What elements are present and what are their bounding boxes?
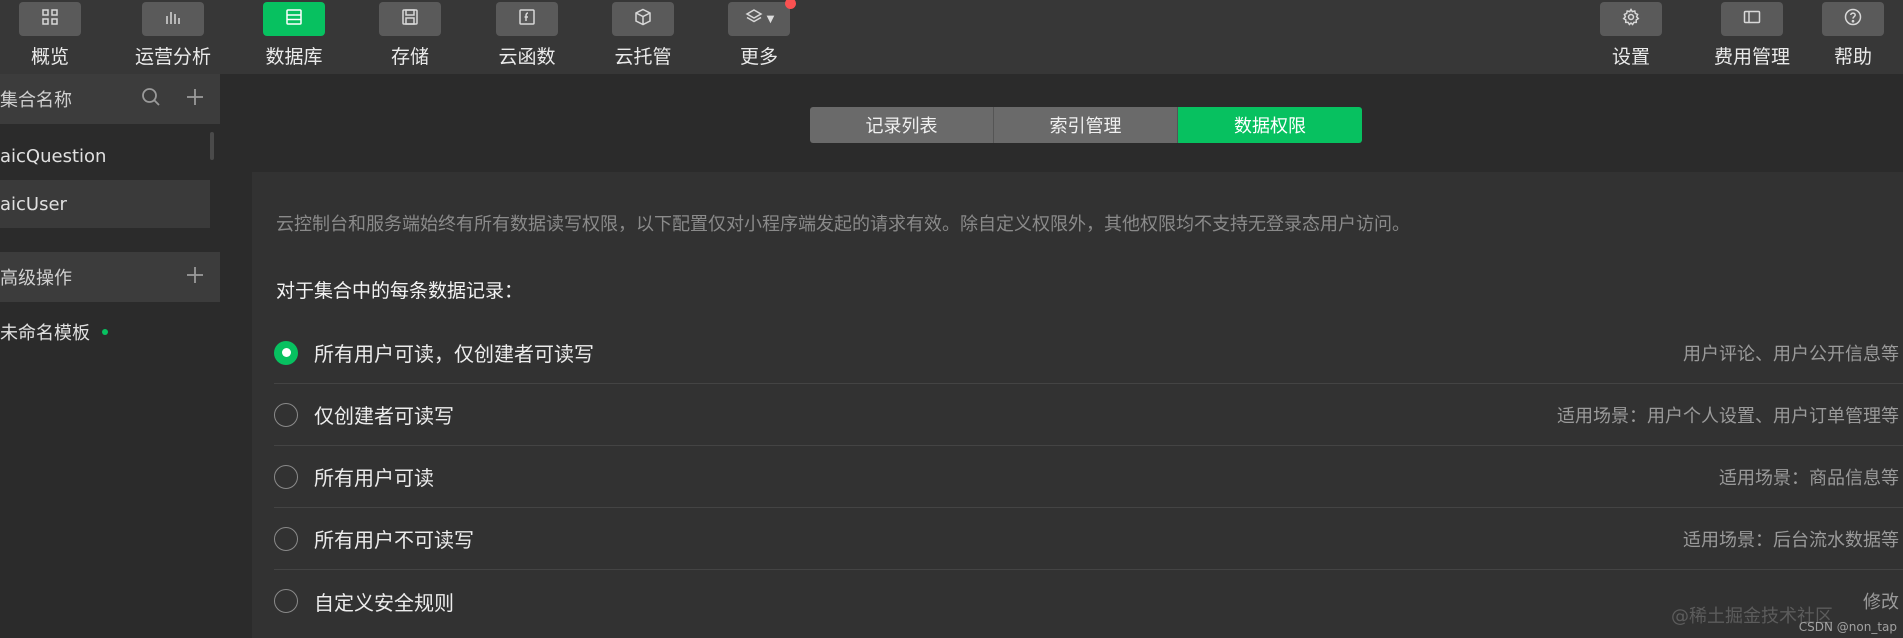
radio-checked[interactable] (274, 340, 298, 365)
gear-icon (1621, 7, 1641, 31)
collection-item-selected[interactable]: aicUser (0, 180, 210, 228)
tab-records[interactable]: 记录列表 (810, 107, 994, 143)
toolbar-item-analytics[interactable]: 运营分析 (128, 0, 218, 74)
records-subheading: 对于集合中的每条数据记录： (276, 280, 524, 302)
radio-unchecked[interactable] (274, 526, 298, 551)
tab-indexes[interactable]: 索引管理 (994, 107, 1178, 143)
help-icon (1843, 7, 1863, 31)
analytics-button[interactable] (142, 2, 204, 36)
tab-bar: 记录列表 索引管理 数据权限 (810, 107, 1362, 143)
cloud-function-button[interactable] (496, 2, 558, 36)
overview-button[interactable] (19, 2, 81, 36)
toolbar-item-cloud-hosting[interactable]: 云托管 (598, 0, 688, 74)
toolbar-label: 云函数 (498, 46, 556, 68)
advanced-header: 高级操作 (0, 252, 220, 302)
add-collection-icon[interactable] (184, 86, 206, 112)
collection-item[interactable]: aicQuestion (0, 132, 210, 180)
notification-dot (785, 0, 796, 9)
radio-unchecked[interactable] (274, 402, 298, 427)
option-desc: 适用场景：用户个人设置、用户订单管理等 (1557, 405, 1899, 427)
toolbar-label: 云托管 (614, 46, 672, 68)
toolbar-item-help[interactable]: 帮助 (1808, 0, 1898, 74)
option-desc: 适用场景：商品信息等 (1719, 467, 1899, 489)
chevron-down-icon: ▼ (766, 13, 775, 25)
permission-option[interactable]: 仅创建者可读写 适用场景：用户个人设置、用户订单管理等 (274, 384, 1903, 446)
search-icon[interactable] (140, 86, 162, 112)
bar-chart-icon (163, 7, 183, 31)
template-name: 未命名模板 (0, 323, 90, 344)
layers-icon (744, 7, 764, 31)
sidebar-scrollbar[interactable] (210, 132, 214, 160)
status-dot (102, 329, 108, 335)
toolbar-item-overview[interactable]: 概览 (5, 0, 95, 74)
floppy-icon (400, 7, 420, 31)
top-toolbar: 概览 运营分析 数据库 存储 云函数 云托管 ▼ 更多 设置 费用管理 帮助 (0, 0, 1903, 74)
permission-option[interactable]: 所有用户可读，仅创建者可读写 用户评论、用户公开信息等 (274, 322, 1903, 384)
collection-name: aicUser (0, 193, 67, 215)
toolbar-label: 数据库 (265, 46, 323, 68)
option-desc: 用户评论、用户公开信息等 (1683, 343, 1899, 365)
collections-header: 集合名称 (0, 74, 220, 124)
more-button[interactable]: ▼ (728, 0, 796, 36)
watermark: CSDN @non_tap (1798, 620, 1897, 634)
grid-icon (40, 7, 60, 31)
option-label: 仅创建者可读写 (314, 404, 454, 428)
toolbar-label: 存储 (390, 46, 429, 68)
permissions-panel: 云控制台和服务端始终有所有数据读写权限，以下配置仅对小程序端发起的请求有效。除自… (252, 172, 1903, 638)
toolbar-item-database[interactable]: 数据库 (249, 0, 339, 74)
toolbar-item-billing[interactable]: 费用管理 (1707, 0, 1797, 74)
permission-option[interactable]: 所有用户可读 适用场景：商品信息等 (274, 446, 1903, 508)
add-template-icon[interactable] (184, 264, 206, 290)
toolbar-item-settings[interactable]: 设置 (1586, 0, 1676, 74)
billing-button[interactable] (1721, 2, 1783, 36)
sidebar: 集合名称 aicQuestion aicUser 高级操作 未命名模板 (0, 74, 220, 638)
main-content: 记录列表 索引管理 数据权限 云控制台和服务端始终有所有数据读写权限，以下配置仅… (220, 74, 1903, 638)
toolbar-item-more[interactable]: ▼ 更多 (714, 0, 804, 74)
function-icon (517, 7, 537, 31)
database-button[interactable] (263, 2, 325, 36)
cube-icon (633, 7, 653, 31)
toolbar-item-cloud-function[interactable]: 云函数 (482, 0, 572, 74)
collection-name: aicQuestion (0, 145, 107, 167)
option-label: 所有用户可读，仅创建者可读写 (314, 342, 594, 366)
toolbar-label: 设置 (1611, 46, 1650, 68)
help-button[interactable] (1822, 2, 1884, 36)
tab-permissions[interactable]: 数据权限 (1178, 107, 1362, 143)
toolbar-item-storage[interactable]: 存储 (365, 0, 455, 74)
advanced-title: 高级操作 (0, 268, 72, 289)
toolbar-label: 帮助 (1833, 46, 1872, 68)
permission-notice: 云控制台和服务端始终有所有数据读写权限，以下配置仅对小程序端发起的请求有效。除自… (276, 214, 1410, 235)
collections-title: 集合名称 (0, 90, 72, 111)
permission-option[interactable]: 所有用户不可读写 适用场景：后台流水数据等 (274, 508, 1903, 570)
template-item[interactable]: 未命名模板 (0, 308, 210, 356)
option-label: 所有用户可读 (314, 466, 434, 490)
option-label: 所有用户不可读写 (314, 528, 474, 552)
card-icon (1742, 7, 1762, 31)
toolbar-label: 运营分析 (134, 46, 211, 68)
toolbar-label: 概览 (30, 46, 69, 68)
toolbar-label: 费用管理 (1713, 46, 1790, 68)
database-icon (284, 7, 304, 31)
option-label: 自定义安全规则 (314, 590, 454, 615)
cloud-hosting-button[interactable] (612, 2, 674, 36)
toolbar-label: 更多 (739, 46, 778, 68)
edit-rules-link[interactable]: 修改 (1863, 588, 1899, 614)
radio-unchecked[interactable] (274, 589, 298, 613)
option-desc: 适用场景：后台流水数据等 (1683, 529, 1899, 551)
settings-button[interactable] (1600, 2, 1662, 36)
storage-button[interactable] (379, 2, 441, 36)
radio-unchecked[interactable] (274, 464, 298, 489)
permission-option[interactable]: 自定义安全规则 修改 (274, 570, 1903, 632)
